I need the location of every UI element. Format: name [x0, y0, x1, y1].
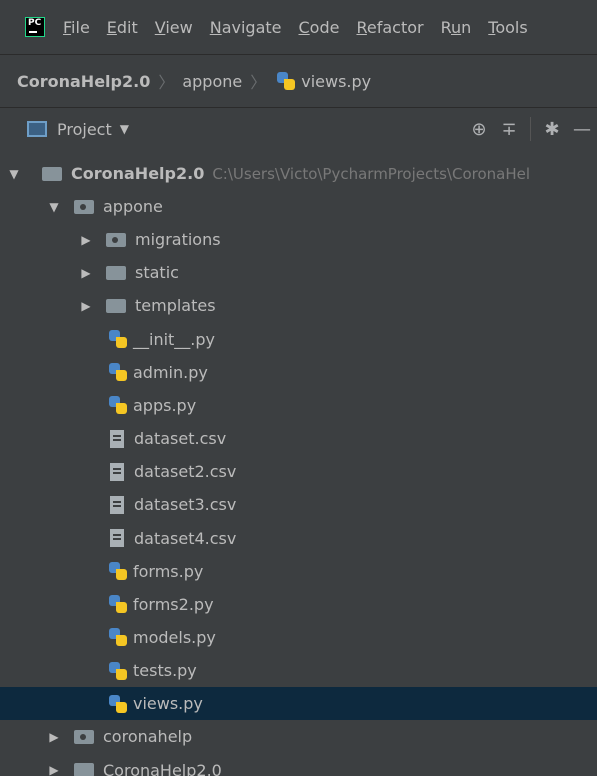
breadcrumb-file[interactable]: views.py [301, 72, 371, 91]
package-folder-icon [106, 232, 126, 247]
tree-file-item[interactable]: apps.py [0, 389, 597, 422]
menu-view[interactable]: View [155, 18, 193, 37]
python-file-icon [276, 71, 296, 91]
collapse-arrow-icon[interactable]: ▶ [78, 233, 94, 247]
breadcrumb-project[interactable]: CoronaHelp2.0 [17, 72, 150, 91]
python-file-icon [108, 362, 128, 382]
text-file-icon [110, 529, 124, 547]
python-file-icon [108, 694, 128, 714]
project-view-selector[interactable]: Project [57, 120, 112, 139]
tree-file-item[interactable]: views.py [0, 687, 597, 721]
python-file-icon [108, 329, 128, 349]
tree-item-label: dataset4.csv [134, 528, 237, 548]
tree-folder-item[interactable]: ▼ appone [0, 190, 597, 223]
text-file-icon [110, 429, 124, 448]
python-file-icon [108, 627, 128, 647]
minimize-icon[interactable]: — [567, 119, 597, 140]
menu-file[interactable]: File [63, 18, 90, 37]
chevron-down-icon[interactable]: ▼ [120, 122, 129, 136]
text-file-icon [110, 462, 124, 481]
menu-run[interactable]: Run [441, 18, 472, 37]
package-folder-icon [74, 199, 94, 214]
divider [530, 117, 531, 141]
tree-item-label: models.py [133, 627, 216, 647]
folder-icon [74, 763, 94, 776]
tree-root-path: C:\Users\Victo\PycharmProjects\CoronaHel [212, 164, 531, 183]
tree-item-label: static [135, 263, 179, 283]
tree-file-item[interactable]: dataset.csv [0, 422, 597, 455]
tree-item-label: forms.py [133, 561, 204, 581]
tree-item-label: templates [135, 296, 216, 316]
breadcrumb-folder[interactable]: appone [182, 72, 242, 91]
tree-item-label: tests.py [133, 661, 197, 681]
collapse-arrow-icon[interactable]: ▶ [46, 763, 62, 776]
python-file-icon [108, 594, 128, 614]
menu-refactor[interactable]: Refactor [356, 18, 423, 37]
tree-file-item[interactable]: tests.py [0, 654, 597, 687]
text-file-icon [110, 495, 124, 514]
breadcrumb: CoronaHelp2.0 〉 appone 〉 views.py [0, 55, 597, 107]
folder-icon [106, 265, 126, 280]
tree-folder-item[interactable]: ▶ migrations [0, 223, 597, 256]
locate-icon[interactable]: ⊕ [464, 119, 494, 140]
tree-file-item[interactable]: __init__.py [0, 323, 597, 356]
expand-arrow-icon[interactable]: ▼ [46, 200, 62, 214]
tree-folder-item[interactable]: ▶ static [0, 256, 597, 289]
python-file-icon [108, 661, 128, 681]
tree-file-item[interactable]: dataset3.csv [0, 488, 597, 521]
tree-item-label: __init__.py [133, 329, 216, 349]
tree-item-label: apps.py [133, 395, 197, 415]
collapse-arrow-icon[interactable]: ▶ [78, 266, 94, 280]
menu-tools[interactable]: Tools [488, 18, 527, 37]
project-window-icon [27, 121, 47, 137]
tree-root[interactable]: ▼ CoronaHelp2.0 C:\Users\Victo\PycharmPr… [0, 157, 597, 190]
chevron-right-icon: 〉 [250, 73, 267, 92]
tree-file-item[interactable]: models.py [0, 621, 597, 654]
menu-edit[interactable]: Edit [107, 18, 138, 37]
folder-icon [106, 298, 126, 313]
chevron-right-icon: 〉 [158, 73, 175, 92]
expand-arrow-icon[interactable]: ▼ [6, 167, 22, 181]
tree-item-label: appone [103, 197, 163, 216]
tree-item-label: admin.py [133, 362, 208, 382]
collapse-arrow-icon[interactable]: ▶ [46, 730, 62, 744]
tree-file-item[interactable]: forms2.py [0, 588, 597, 621]
tree-root-label: CoronaHelp2.0 [71, 164, 205, 183]
package-folder-icon [74, 729, 94, 744]
menu-bar: PC File Edit View Navigate Code Refactor Run To… [0, 0, 597, 54]
tree-item-label: views.py [133, 694, 203, 714]
tree-item-label: dataset2.csv [134, 462, 237, 482]
menu-code[interactable]: Code [299, 18, 340, 37]
tree-folder-item[interactable]: ▶ CoronaHelp2.0 [0, 754, 597, 776]
collapse-all-icon[interactable]: ∓ [494, 119, 524, 140]
python-file-icon [108, 395, 128, 415]
tree-file-item[interactable]: forms.py [0, 555, 597, 588]
collapse-arrow-icon[interactable]: ▶ [78, 299, 94, 313]
tree-item-label: dataset3.csv [134, 495, 237, 515]
folder-icon [42, 166, 62, 181]
tree-file-item[interactable]: dataset2.csv [0, 455, 597, 488]
tree-folder-item[interactable]: ▶ templates [0, 289, 597, 322]
tree-folder-item[interactable]: ▶ coronahelp [0, 720, 597, 753]
gear-icon[interactable]: ✱ [537, 119, 567, 140]
tree-file-item[interactable]: dataset4.csv [0, 522, 597, 555]
tree-item-label: forms2.py [133, 594, 214, 614]
tree-item-label: migrations [135, 230, 221, 250]
project-tool-window-header: Project ▼ ⊕ ∓ ✱ — [0, 108, 597, 150]
tree-item-label: coronahelp [103, 727, 193, 747]
tree-item-label: CoronaHelp2.0 [103, 760, 222, 776]
tree-file-item[interactable]: admin.py [0, 356, 597, 389]
tree-item-label: dataset.csv [134, 429, 227, 449]
menu-navigate[interactable]: Navigate [210, 18, 282, 37]
pycharm-logo-icon: PC [25, 17, 45, 37]
project-tree: ▼ CoronaHelp2.0 C:\Users\Victo\PycharmPr… [0, 150, 597, 776]
python-file-icon [108, 561, 128, 581]
